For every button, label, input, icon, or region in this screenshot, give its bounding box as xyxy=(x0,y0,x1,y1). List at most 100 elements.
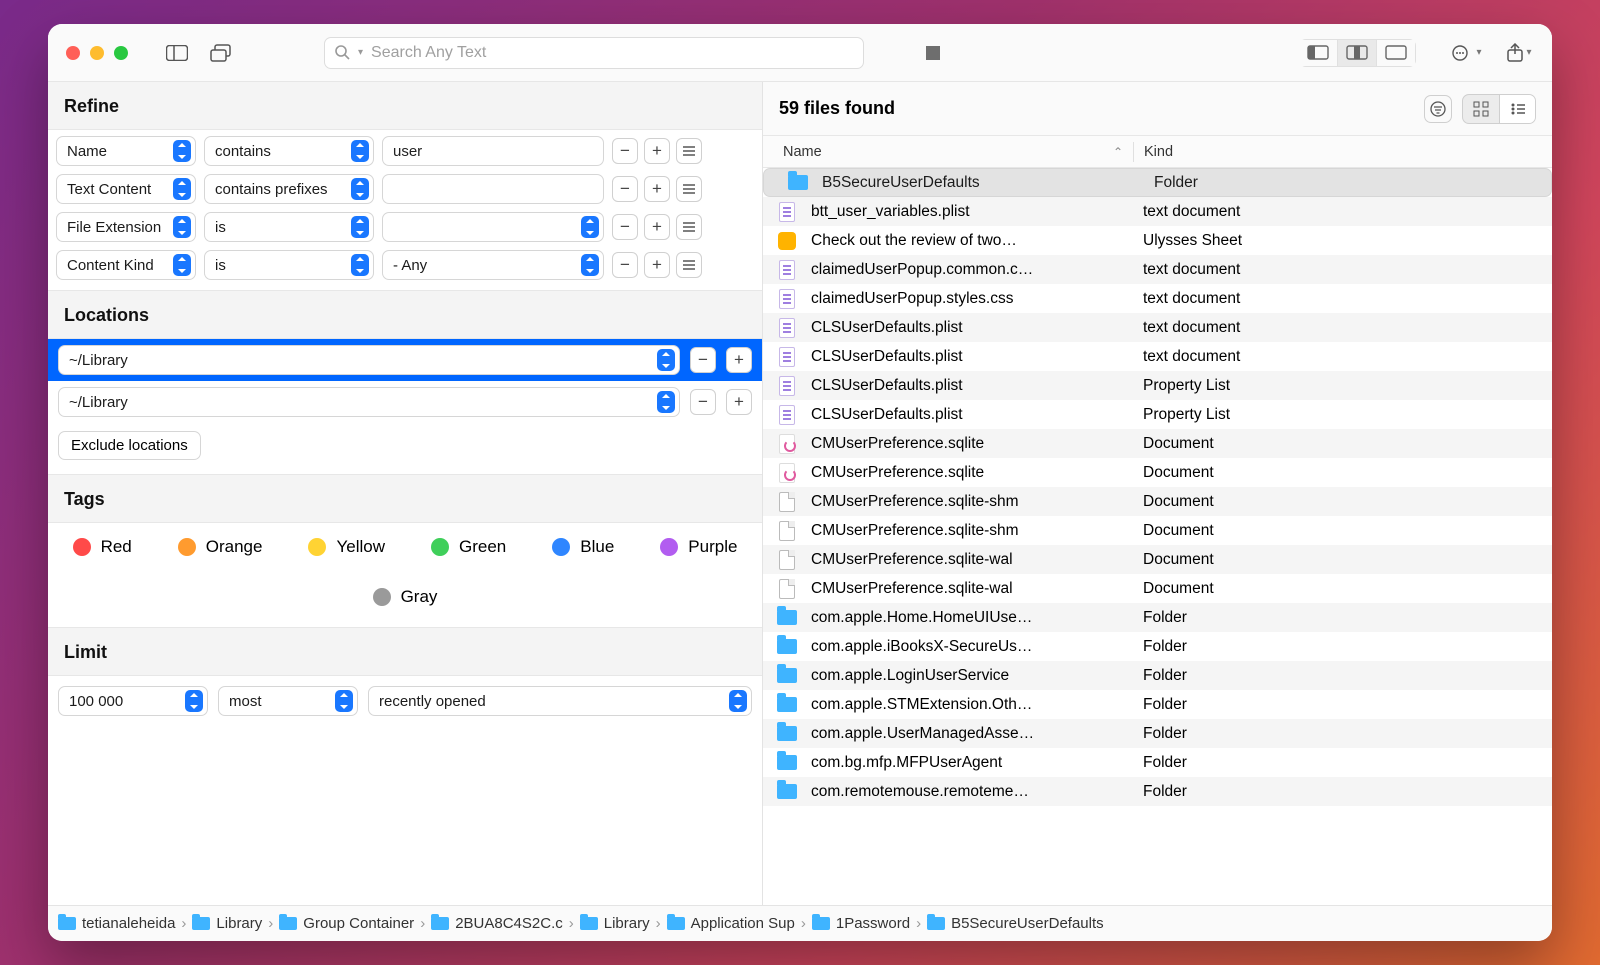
close-window-button[interactable] xyxy=(66,46,80,60)
path-segment[interactable]: B5SecureUserDefaults xyxy=(927,915,1104,932)
rule-options-button[interactable] xyxy=(676,214,702,240)
refine-value-input[interactable] xyxy=(382,136,604,166)
add-location-button[interactable]: + xyxy=(726,347,752,373)
limit-count-select[interactable]: 100 000 xyxy=(58,686,208,716)
refine-operator-select[interactable]: contains prefixes xyxy=(204,174,374,204)
file-row[interactable]: CMUserPreference.sqliteDocument xyxy=(763,458,1552,487)
path-segment[interactable]: 2BUA8C4S2C.c xyxy=(431,915,563,932)
zoom-window-button[interactable] xyxy=(114,46,128,60)
file-row[interactable]: CMUserPreference.sqlite-walDocument xyxy=(763,574,1552,603)
exclude-locations-button[interactable]: Exclude locations xyxy=(58,431,201,460)
add-rule-button[interactable]: + xyxy=(644,214,670,240)
toggle-sidebar-button[interactable] xyxy=(162,38,192,68)
file-row[interactable]: com.apple.Home.HomeUIUse…Folder xyxy=(763,603,1552,632)
file-row[interactable]: com.apple.UserManagedAsse…Folder xyxy=(763,719,1552,748)
rule-options-button[interactable] xyxy=(676,176,702,202)
more-actions-button[interactable]: ▾ xyxy=(1452,38,1482,68)
stop-button[interactable] xyxy=(918,38,948,68)
tag-gray[interactable]: Gray xyxy=(373,587,438,607)
file-row[interactable]: btt_user_variables.plisttext document xyxy=(763,197,1552,226)
file-row[interactable]: com.remotemouse.remoteme…Folder xyxy=(763,777,1552,806)
remove-rule-button[interactable]: − xyxy=(612,252,638,278)
view-list-button[interactable] xyxy=(1499,95,1535,123)
tag-yellow[interactable]: Yellow xyxy=(308,537,385,557)
toolbar-right: ▾ ▾ xyxy=(1452,38,1534,68)
path-segment[interactable]: Library xyxy=(192,915,262,932)
limit-criteria-select[interactable]: recently opened xyxy=(368,686,752,716)
app-window: ▾ ▾ ▾ Refine Namecontains − xyxy=(48,24,1552,941)
detach-window-button[interactable] xyxy=(206,38,236,68)
share-button[interactable]: ▾ xyxy=(1504,38,1534,68)
file-row[interactable]: CMUserPreference.sqlite-walDocument xyxy=(763,545,1552,574)
tag-blue[interactable]: Blue xyxy=(552,537,614,557)
file-kind: Folder xyxy=(1133,638,1552,656)
file-row[interactable]: CLSUserDefaults.plisttext document xyxy=(763,342,1552,371)
file-row[interactable]: CMUserPreference.sqliteDocument xyxy=(763,429,1552,458)
location-path-select[interactable]: ~/Library xyxy=(58,345,680,375)
remove-rule-button[interactable]: − xyxy=(612,138,638,164)
file-row[interactable]: CLSUserDefaults.plistProperty List xyxy=(763,371,1552,400)
refine-value-select[interactable]: - Any xyxy=(382,250,604,280)
refine-value-select[interactable] xyxy=(382,212,604,242)
file-row[interactable]: CMUserPreference.sqlite-shmDocument xyxy=(763,516,1552,545)
search-field[interactable]: ▾ xyxy=(324,37,864,69)
location-row[interactable]: ~/Library−+ xyxy=(48,339,762,381)
path-segment[interactable]: 1Password xyxy=(812,915,910,932)
tag-red[interactable]: Red xyxy=(73,537,132,557)
file-row[interactable]: CLSUserDefaults.plistProperty List xyxy=(763,400,1552,429)
file-row[interactable]: com.apple.STMExtension.Oth…Folder xyxy=(763,690,1552,719)
column-name-header[interactable]: Name ⌃ xyxy=(763,144,1133,160)
file-row[interactable]: CMUserPreference.sqlite-shmDocument xyxy=(763,487,1552,516)
file-row[interactable]: CLSUserDefaults.plisttext document xyxy=(763,313,1552,342)
remove-rule-button[interactable]: − xyxy=(612,176,638,202)
stepper-icon xyxy=(185,690,203,712)
remove-location-button[interactable]: − xyxy=(690,389,716,415)
refine-field-select[interactable]: Content Kind xyxy=(56,250,196,280)
add-rule-button[interactable]: + xyxy=(644,176,670,202)
rule-options-button[interactable] xyxy=(676,138,702,164)
search-input[interactable] xyxy=(371,44,853,62)
pane-layout-left[interactable] xyxy=(1299,39,1338,67)
limit-order-select[interactable]: most xyxy=(218,686,358,716)
refine-field-select[interactable]: File Extension xyxy=(56,212,196,242)
location-path-select[interactable]: ~/Library xyxy=(58,387,680,417)
file-row[interactable]: claimedUserPopup.styles.csstext document xyxy=(763,284,1552,313)
pane-layout-right[interactable] xyxy=(1376,39,1416,67)
path-segment[interactable]: Application Sup xyxy=(667,915,795,932)
column-kind-header[interactable]: Kind xyxy=(1134,144,1552,160)
stepper-icon xyxy=(351,254,369,276)
path-segment[interactable]: Library xyxy=(580,915,650,932)
refine-operator-select[interactable]: is xyxy=(204,250,374,280)
location-row[interactable]: ~/Library−+ xyxy=(48,381,762,423)
path-segment[interactable]: Group Container xyxy=(279,915,414,932)
file-list[interactable]: B5SecureUserDefaultsFolderbtt_user_varia… xyxy=(763,168,1552,905)
add-location-button[interactable]: + xyxy=(726,389,752,415)
rule-options-button[interactable] xyxy=(676,252,702,278)
path-bar[interactable]: tetianaleheida›Library›Group Container›2… xyxy=(48,905,1552,941)
refine-operator-select[interactable]: contains xyxy=(204,136,374,166)
tag-orange[interactable]: Orange xyxy=(178,537,263,557)
stepper-icon xyxy=(335,690,353,712)
refine-value-input[interactable] xyxy=(382,174,604,204)
file-row[interactable]: com.apple.iBooksX-SecureUs…Folder xyxy=(763,632,1552,661)
pane-layout-split[interactable] xyxy=(1337,39,1377,67)
refine-operator-select[interactable]: is xyxy=(204,212,374,242)
refine-field-select[interactable]: Text Content xyxy=(56,174,196,204)
file-row[interactable]: com.bg.mfp.MFPUserAgentFolder xyxy=(763,748,1552,777)
path-segment[interactable]: tetianaleheida xyxy=(58,915,175,932)
file-row[interactable]: claimedUserPopup.common.c…text document xyxy=(763,255,1552,284)
remove-rule-button[interactable]: − xyxy=(612,214,638,240)
file-row[interactable]: com.apple.LoginUserServiceFolder xyxy=(763,661,1552,690)
remove-location-button[interactable]: − xyxy=(690,347,716,373)
file-row[interactable]: B5SecureUserDefaultsFolder xyxy=(763,168,1552,197)
minimize-window-button[interactable] xyxy=(90,46,104,60)
refine-field-select[interactable]: Name xyxy=(56,136,196,166)
add-rule-button[interactable]: + xyxy=(644,138,670,164)
file-name: CMUserPreference.sqlite-shm xyxy=(811,493,1133,511)
filter-results-button[interactable] xyxy=(1424,95,1452,123)
tag-purple[interactable]: Purple xyxy=(660,537,737,557)
view-icons-button[interactable] xyxy=(1463,95,1499,123)
add-rule-button[interactable]: + xyxy=(644,252,670,278)
tag-green[interactable]: Green xyxy=(431,537,506,557)
file-row[interactable]: Check out the review of two…Ulysses Shee… xyxy=(763,226,1552,255)
